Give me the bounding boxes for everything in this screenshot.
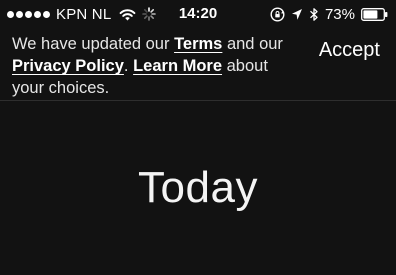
signal-dot (25, 10, 32, 18)
app-screen: KPN NL 14:20 73% We have updated our Ter… (0, 0, 396, 275)
wifi-icon (119, 8, 136, 21)
activity-spinner-icon (142, 7, 157, 21)
signal-dot (43, 10, 50, 18)
banner-message: We have updated our Terms and our Privac… (12, 33, 292, 99)
location-arrow-icon (291, 8, 303, 21)
learn-more-link[interactable]: Learn More (133, 57, 222, 75)
terms-link[interactable]: Terms (174, 35, 222, 53)
battery-percentage: 73% (324, 5, 355, 23)
rotation-lock-icon (270, 6, 285, 22)
privacy-consent-banner: We have updated our Terms and our Privac… (0, 30, 396, 102)
bluetooth-icon (309, 7, 319, 22)
banner-divider (0, 100, 396, 101)
carrier-name: KPN NL (56, 5, 112, 23)
banner-text-part: We have updated our (12, 35, 175, 53)
privacy-policy-link[interactable]: Privacy Policy (12, 57, 124, 75)
signal-dot (16, 10, 23, 18)
status-left: KPN NL (7, 4, 162, 24)
banner-text-part: and our (222, 35, 283, 53)
signal-dot (34, 10, 41, 18)
status-right: 73% (270, 4, 388, 24)
signal-dot (7, 10, 14, 18)
banner-text-part: . (123, 57, 134, 75)
battery-icon (361, 7, 388, 21)
status-bar: KPN NL 14:20 73% (0, 0, 396, 28)
page-title: Today (138, 163, 258, 212)
accept-button[interactable]: Accept (319, 39, 380, 62)
signal-dots-icon (7, 10, 50, 18)
